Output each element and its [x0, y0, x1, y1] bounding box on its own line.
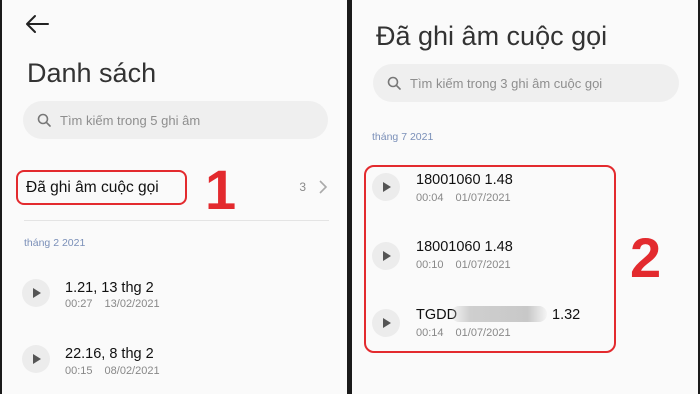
- divider: [24, 220, 329, 221]
- step-number-2: 2: [630, 226, 662, 289]
- recording-name: 1.21, 13 thg 2: [65, 280, 154, 296]
- recording-meta: 00:27 13/02/2021: [65, 298, 160, 310]
- search-icon: [387, 76, 401, 90]
- search-icon: [37, 113, 51, 127]
- section-header: tháng 2 2021: [24, 237, 86, 249]
- play-button[interactable]: [22, 279, 50, 307]
- search-placeholder: Tìm kiếm trong 3 ghi âm cuộc gọi: [410, 75, 603, 91]
- page-title: Danh sách: [27, 58, 157, 88]
- chevron-right-icon: [319, 180, 328, 194]
- recording-meta: 00:15 08/02/2021: [65, 365, 160, 377]
- play-icon: [32, 288, 41, 298]
- recording-date: 13/02/2021: [104, 298, 160, 310]
- folder-count: 3: [299, 180, 306, 194]
- step-number-1: 1: [205, 158, 237, 221]
- search-input[interactable]: Tìm kiếm trong 5 ghi âm: [23, 101, 328, 139]
- recording-duration: 00:15: [65, 365, 93, 377]
- highlight-box-2: [364, 165, 616, 353]
- highlight-box-1: [16, 170, 187, 205]
- section-header: tháng 7 2021: [372, 131, 434, 143]
- back-arrow-icon[interactable]: [24, 12, 50, 36]
- recording-name: 22.16, 8 thg 2: [65, 346, 154, 362]
- play-icon: [32, 354, 41, 364]
- recording-date: 08/02/2021: [104, 365, 160, 377]
- play-button[interactable]: [22, 345, 50, 373]
- search-input[interactable]: Tìm kiếm trong 3 ghi âm cuộc gọi: [373, 64, 679, 102]
- search-placeholder: Tìm kiếm trong 5 ghi âm: [60, 112, 201, 128]
- page-title: Đã ghi âm cuộc gọi: [376, 21, 608, 51]
- recording-duration: 00:27: [65, 298, 93, 310]
